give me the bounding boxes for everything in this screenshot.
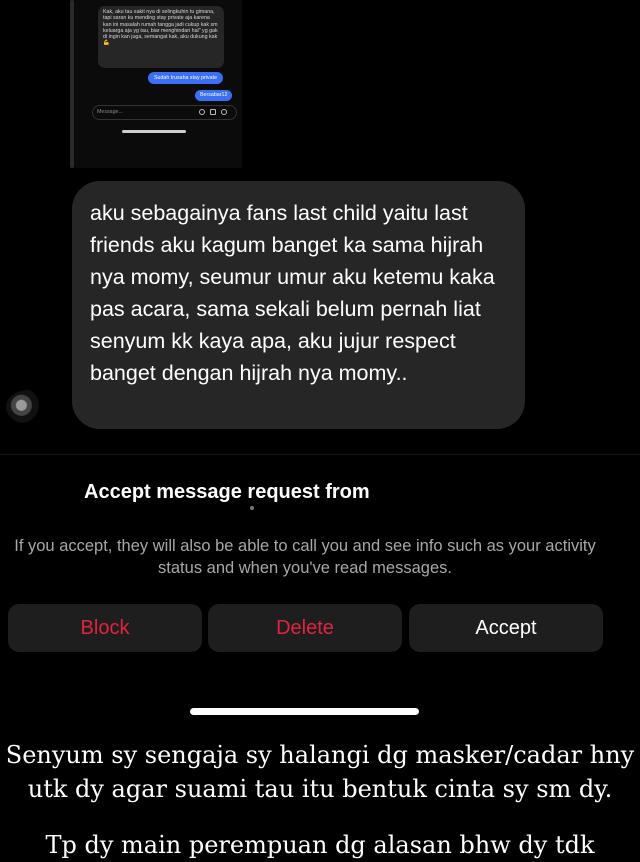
mini-message-input: Message... bbox=[92, 105, 237, 120]
block-button[interactable]: Block bbox=[8, 604, 202, 652]
plus-icon bbox=[221, 109, 227, 115]
caption-line: Tp dy main perempuan dg alasan bhw dy td… bbox=[45, 831, 595, 859]
redacted-username bbox=[200, 506, 280, 512]
mini-home-indicator bbox=[122, 130, 186, 133]
sheet-description: If you accept, they will also be able to… bbox=[14, 537, 596, 577]
received-message-bubble: aku sebagainya fans last child yaitu las… bbox=[72, 181, 525, 429]
mini-received-message: Kak, aku tau sakit nya di selingkuhin tu… bbox=[98, 6, 224, 68]
mini-sent-message: Sudah trusaha stay private bbox=[148, 72, 224, 84]
accept-button[interactable]: Accept bbox=[409, 604, 603, 652]
gallery-icon bbox=[210, 109, 216, 115]
caption-overlay: Senyum sy sengaja sy halangi dg masker/c… bbox=[0, 738, 640, 862]
caption-line: Senyum sy sengaja sy halangi dg masker/c… bbox=[5, 741, 635, 803]
sender-avatar[interactable] bbox=[6, 390, 50, 424]
delete-button[interactable]: Delete bbox=[208, 604, 402, 652]
scroll-indicator bbox=[70, 0, 74, 168]
sheet-title: Accept message request from bbox=[84, 481, 370, 503]
home-indicator bbox=[190, 708, 419, 715]
mini-input-placeholder: Message... bbox=[97, 109, 123, 115]
mini-sent-message: Bersabar12 bbox=[195, 90, 233, 101]
embedded-chat-screenshot: Kak, aku tau sakit nya di selingkuhin tu… bbox=[70, 0, 242, 168]
microphone-icon bbox=[199, 109, 205, 115]
